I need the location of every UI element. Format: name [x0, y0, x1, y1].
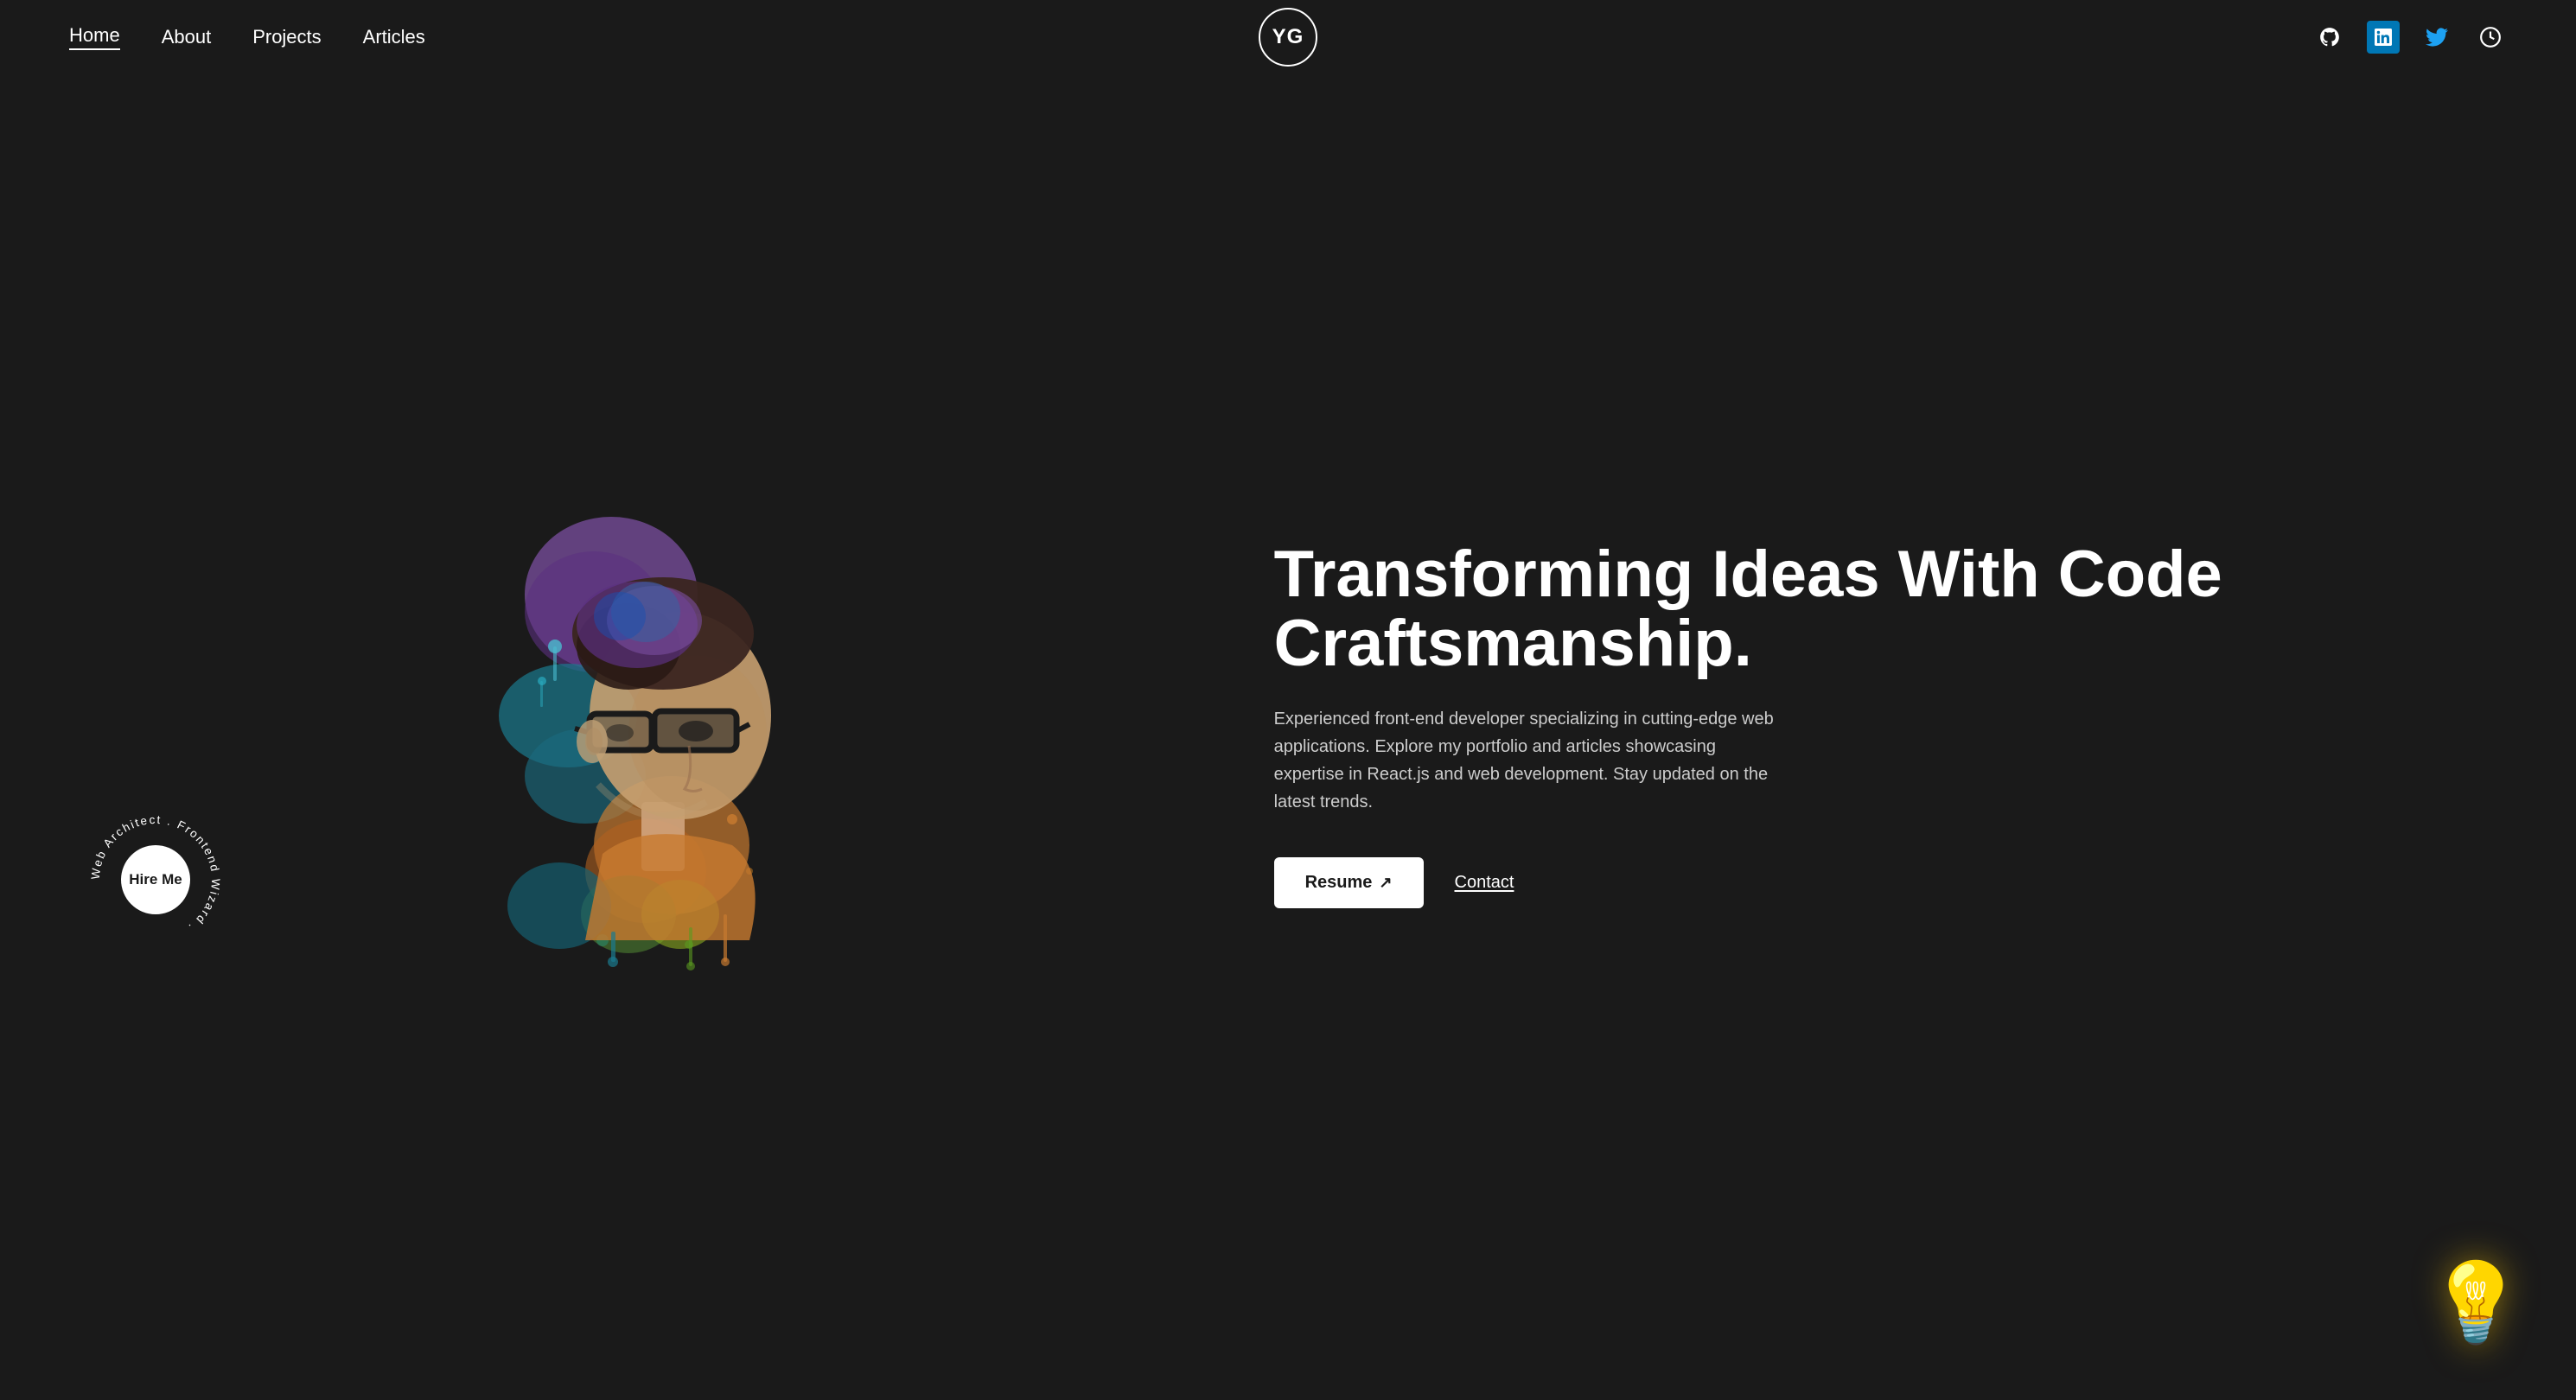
hero-image-area: Hire Me Web Architect . Frontend Wizard …: [69, 465, 1240, 983]
logo-initials: YG: [1272, 25, 1304, 49]
logo-badge[interactable]: YG: [1259, 8, 1317, 67]
hire-me-button[interactable]: Hire Me: [121, 845, 190, 914]
nav-link-about[interactable]: About: [162, 26, 212, 48]
clock-icon[interactable]: [2474, 21, 2507, 54]
nav-link-projects[interactable]: Projects: [252, 26, 321, 48]
contact-label: Contact: [1455, 873, 1514, 892]
nav-link-home[interactable]: Home: [69, 24, 120, 50]
hire-me-label: Hire Me: [129, 871, 182, 888]
hero-actions: Resume ↗ Contact: [1274, 857, 2507, 908]
nav-social: [2313, 21, 2507, 54]
resume-button[interactable]: Resume ↗: [1274, 857, 1424, 908]
portrait-container: [473, 474, 836, 975]
resume-label: Resume: [1305, 873, 1373, 893]
linkedin-icon[interactable]: [2367, 21, 2400, 54]
hero-title: Transforming Ideas With Code Craftsmansh…: [1274, 540, 2507, 678]
external-link-icon: ↗: [1379, 874, 1392, 892]
lightbulb-icon: 💡: [2427, 1257, 2524, 1348]
hire-me-badge[interactable]: Hire Me Web Architect . Frontend Wizard …: [86, 811, 225, 949]
contact-button[interactable]: Contact: [1455, 873, 1514, 893]
portrait-svg: [473, 474, 836, 975]
hero-section: Hire Me Web Architect . Frontend Wizard …: [0, 74, 2576, 1374]
hero-content: Transforming Ideas With Code Craftsmansh…: [1240, 540, 2507, 909]
twitter-icon[interactable]: [2420, 21, 2453, 54]
hero-subtitle: Experienced front-end developer speciali…: [1274, 705, 1776, 816]
nav-left: Home About Projects Articles: [69, 24, 425, 50]
github-icon[interactable]: [2313, 21, 2346, 54]
nav-link-articles[interactable]: Articles: [363, 26, 425, 48]
navbar: Home About Projects Articles YG: [0, 0, 2576, 74]
